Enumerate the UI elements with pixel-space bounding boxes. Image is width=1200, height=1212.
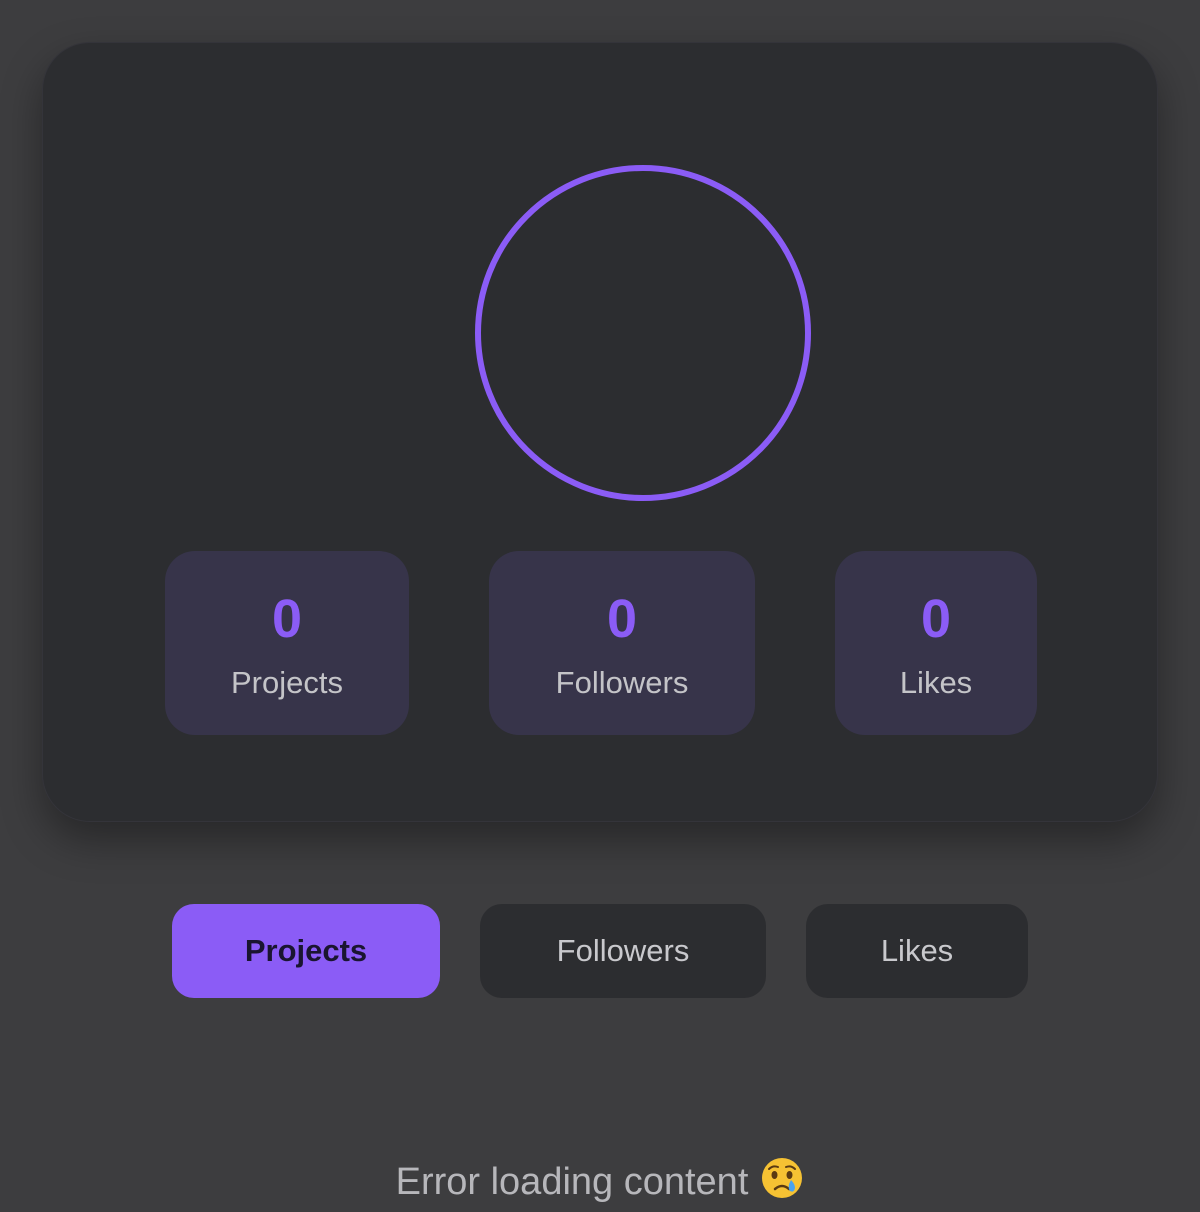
stat-projects: 0 Projects bbox=[165, 551, 409, 735]
stat-followers-label: Followers bbox=[555, 665, 689, 700]
tab-projects[interactable]: Projects bbox=[172, 904, 440, 998]
stat-likes-value: 0 bbox=[920, 589, 952, 649]
stat-projects-value: 0 bbox=[271, 589, 303, 649]
stat-followers: 0 Followers bbox=[489, 551, 755, 735]
error-message: Error loading content bbox=[0, 1156, 1200, 1206]
crying-face-icon bbox=[760, 1156, 804, 1200]
tab-followers[interactable]: Followers bbox=[480, 904, 766, 998]
stat-followers-value: 0 bbox=[606, 589, 638, 649]
stat-likes: 0 Likes bbox=[835, 551, 1037, 735]
error-message-text: Error loading content bbox=[395, 1161, 749, 1203]
profile-card: 0 Projects 0 Followers 0 Likes bbox=[42, 42, 1158, 822]
stat-likes-label: Likes bbox=[899, 665, 973, 700]
tab-likes[interactable]: Likes bbox=[806, 904, 1028, 998]
avatar bbox=[475, 165, 811, 501]
stat-projects-label: Projects bbox=[231, 665, 343, 700]
